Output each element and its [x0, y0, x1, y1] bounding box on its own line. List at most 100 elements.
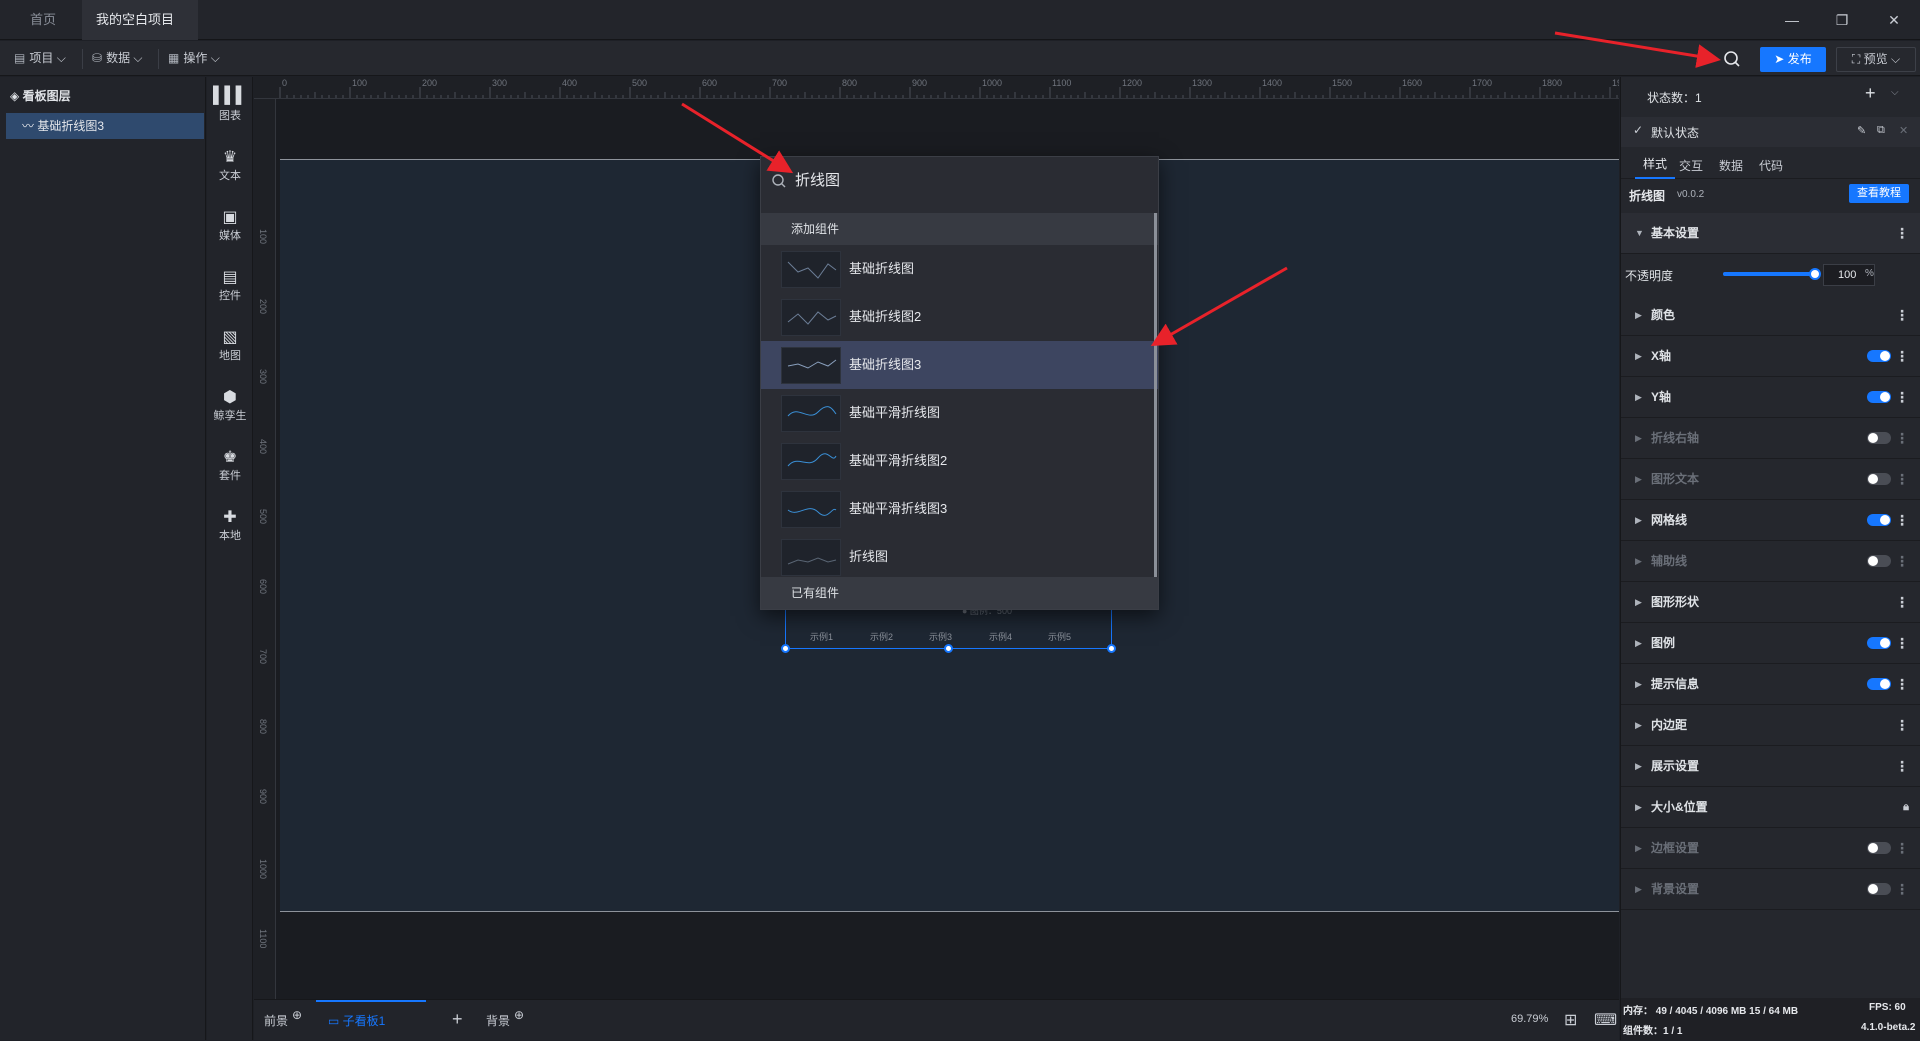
section-row[interactable]: ▶ 网格线 ⋮ [1621, 500, 1920, 541]
search-icon[interactable] [1722, 49, 1742, 69]
ruler-label: 1700 [1472, 78, 1493, 88]
tab-subboard[interactable]: ▭ 子看板1 [316, 1000, 426, 1041]
rail-item-media[interactable]: ▣ 媒体 [207, 207, 253, 243]
resize-handle[interactable] [781, 644, 790, 653]
tab-interaction[interactable]: 交互 [1679, 157, 1703, 174]
tab-code[interactable]: 代码 [1759, 157, 1783, 174]
close-icon[interactable]: ✕ [1899, 124, 1908, 137]
section-row[interactable]: ▶ 大小&位置 🔒︎ [1621, 787, 1920, 828]
preview-button[interactable]: ⛶ 预览 ⌵ [1836, 47, 1916, 72]
scrollbar[interactable] [1154, 213, 1157, 583]
layer-item[interactable]: 〰 基础折线图3 [6, 113, 204, 139]
publish-button[interactable]: ➤ 发布 [1760, 47, 1826, 72]
resize-handle[interactable] [1107, 644, 1116, 653]
more-icon[interactable]: ⋮ [1895, 746, 1909, 787]
search-result[interactable]: 折线图 [761, 533, 1158, 581]
more-icon[interactable]: ⋮ [1895, 500, 1909, 541]
add-icon[interactable]: + [452, 1009, 463, 1030]
keyboard-icon[interactable]: ⌨ [1594, 1010, 1617, 1030]
section-row[interactable]: ▶ X轴 ⋮ [1621, 336, 1920, 377]
add-circle-icon[interactable]: ⊕ [514, 1008, 524, 1022]
section-basic-settings[interactable]: ▼ 基本设置 ⋮ [1621, 213, 1920, 254]
more-icon[interactable]: ⋮ [1895, 623, 1909, 664]
section-toggle[interactable] [1867, 473, 1891, 485]
copy-icon[interactable]: ⧉ [1877, 124, 1885, 137]
menu-data[interactable]: ⛁ 数据 ⌵ [92, 41, 143, 76]
section-row[interactable]: ▶ 内边距 ⋮ [1621, 705, 1920, 746]
restore-icon[interactable]: ❐ [1830, 8, 1854, 32]
close-icon[interactable]: ✕ [1882, 8, 1906, 32]
search-result[interactable]: 基础平滑折线图2 [761, 437, 1158, 485]
more-icon[interactable]: ⋮ [1895, 828, 1909, 869]
minimize-icon[interactable]: — [1780, 8, 1804, 32]
section-row[interactable]: ▶ 颜色 ⋮ [1621, 295, 1920, 336]
search-result[interactable]: 基础平滑折线图3 [761, 485, 1158, 533]
rail-item-local[interactable]: ✚ 本地 [207, 507, 253, 543]
resize-handle[interactable] [944, 644, 953, 653]
tab-foreground[interactable]: 前景 ⊕ [264, 1008, 302, 1029]
section-toggle[interactable] [1867, 678, 1891, 690]
section-toggle[interactable] [1867, 637, 1891, 649]
x-tick-label: 示例3 [929, 632, 953, 642]
search-input[interactable]: 折线图 [795, 167, 1145, 195]
section-row[interactable]: ▶ 折线右轴 ⋮ [1621, 418, 1920, 459]
section-row[interactable]: ▶ 图例 ⋮ [1621, 623, 1920, 664]
tab-data[interactable]: 数据 [1719, 157, 1743, 174]
search-result-selected[interactable]: 基础折线图3 [761, 341, 1158, 389]
rail-item-kit[interactable]: ♚ 套件 [207, 447, 253, 483]
section-row[interactable]: ▶ Y轴 ⋮ [1621, 377, 1920, 418]
section-row[interactable]: ▶ 背景设置 ⋮ [1621, 869, 1920, 910]
section-toggle[interactable] [1867, 432, 1891, 444]
ruler-label: 300 [258, 369, 268, 385]
rail-item-chart[interactable]: ▌▌▌ 图表 [207, 87, 253, 123]
tutorial-button[interactable]: 查看教程 [1849, 184, 1909, 203]
more-icon[interactable]: ⋮ [1895, 377, 1909, 418]
ruler-label: 1100 [258, 929, 268, 949]
tab-project[interactable]: 我的空白项目 [82, 0, 198, 63]
section-toggle[interactable] [1867, 555, 1891, 567]
search-result[interactable]: 基础平滑折线图 [761, 389, 1158, 437]
lock-icon[interactable]: 🔒︎ [1903, 787, 1909, 828]
tab-background[interactable]: 背景 ⊕ [486, 1008, 524, 1029]
search-result[interactable]: 基础折线图 [761, 245, 1158, 293]
section-toggle[interactable] [1867, 391, 1891, 403]
menu-project[interactable]: ▤ 项目 ⌵ [14, 41, 66, 76]
more-icon[interactable]: ⋮ [1895, 459, 1909, 500]
more-icon[interactable]: ⋮ [1895, 582, 1909, 623]
more-icon[interactable]: ⋮ [1895, 541, 1909, 582]
section-toggle[interactable] [1867, 842, 1891, 854]
more-icon[interactable]: ⋮ [1895, 418, 1909, 459]
rail-item-twin[interactable]: ⬢ 鲸孪生 [207, 387, 253, 423]
rail-item-text[interactable]: ♛ 文本 [207, 147, 253, 183]
section-row[interactable]: ▶ 提示信息 ⋮ [1621, 664, 1920, 705]
zoom-level[interactable]: 69.79% [1511, 1013, 1548, 1025]
more-icon[interactable]: ⋮ [1895, 336, 1909, 377]
section-row[interactable]: ▶ 图形文本 ⋮ [1621, 459, 1920, 500]
fit-screen-icon[interactable]: ⊞ [1564, 1010, 1577, 1030]
section-toggle[interactable] [1867, 350, 1891, 362]
chevron-down-icon[interactable]: ⌵ [1891, 87, 1899, 98]
rail-item-widget[interactable]: ▤ 控件 [207, 267, 253, 303]
section-toggle[interactable] [1867, 883, 1891, 895]
more-icon[interactable]: ⋮ [1895, 295, 1909, 336]
more-icon[interactable]: ⋮ [1895, 705, 1909, 746]
search-result[interactable]: 基础折线图2 [761, 293, 1158, 341]
more-icon[interactable]: ⋮ [1895, 869, 1909, 910]
edit-icon[interactable]: ✎ [1857, 124, 1866, 137]
section-row[interactable]: ▶ 边框设置 ⋮ [1621, 828, 1920, 869]
add-state-icon[interactable]: + [1865, 83, 1876, 104]
rail-item-map[interactable]: ▧ 地图 [207, 327, 253, 363]
tab-home[interactable]: 首页 [16, 0, 70, 40]
section-row[interactable]: ▶ 图形形状 ⋮ [1621, 582, 1920, 623]
opacity-slider[interactable] [1723, 268, 1821, 280]
default-state-row[interactable]: ✓ 默认状态 ✎ ⧉ ✕ [1621, 117, 1920, 147]
more-icon[interactable]: ⋮ [1895, 664, 1909, 705]
tab-style[interactable]: 样式 [1635, 151, 1675, 179]
section-row[interactable]: ▶ 展示设置 ⋮ [1621, 746, 1920, 787]
more-icon[interactable]: ⋮ [1895, 213, 1909, 254]
section-row[interactable]: ▶ 辅助线 ⋮ [1621, 541, 1920, 582]
section-toggle[interactable] [1867, 514, 1891, 526]
add-circle-icon[interactable]: ⊕ [292, 1008, 302, 1022]
slider-handle[interactable] [1809, 268, 1821, 280]
menu-operation[interactable]: ▦ 操作 ⌵ [168, 41, 220, 76]
